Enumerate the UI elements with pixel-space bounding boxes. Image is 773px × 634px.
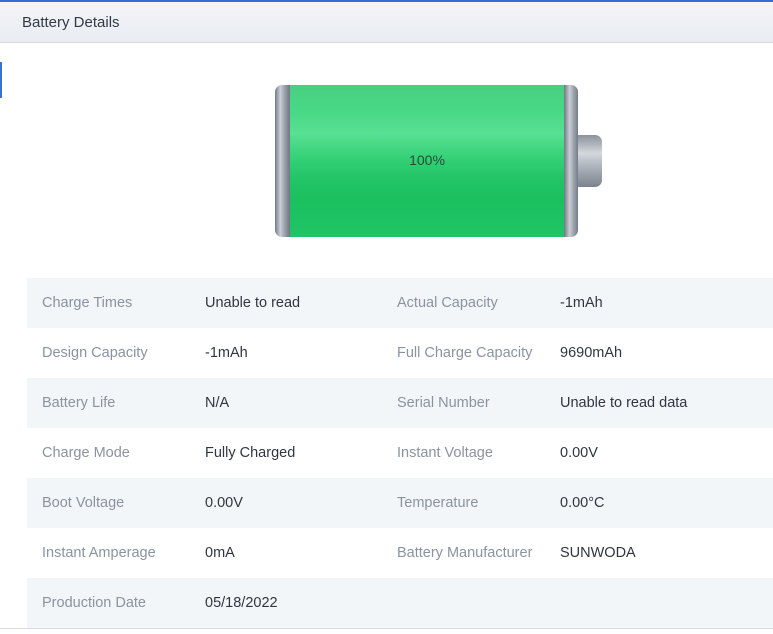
- detail-value: 9690mAh: [560, 345, 623, 361]
- table-row: Design Capacity -1mAh Full Charge Capaci…: [27, 328, 773, 378]
- detail-value: Unable to read data: [560, 395, 688, 411]
- detail-value: 0mA: [205, 545, 235, 561]
- detail-label: Serial Number: [397, 395, 490, 411]
- table-row: Charge Mode Fully Charged Instant Voltag…: [27, 428, 773, 478]
- detail-label: Instant Voltage: [397, 445, 493, 461]
- detail-label: Charge Mode: [42, 445, 130, 461]
- table-row: Boot Voltage 0.00V Temperature 0.00°C: [27, 478, 773, 528]
- table-row: Instant Amperage 0mA Battery Manufacture…: [27, 528, 773, 578]
- detail-value: -1mAh: [205, 345, 248, 361]
- detail-label: Actual Capacity: [397, 295, 498, 311]
- window-left-edge: [0, 62, 2, 98]
- detail-label: Battery Life: [42, 395, 116, 411]
- detail-value: 0.00V: [205, 495, 243, 511]
- battery-left-cap: [275, 85, 290, 237]
- table-row: Charge Times Unable to read Actual Capac…: [27, 278, 773, 328]
- detail-value: 05/18/2022: [205, 595, 278, 611]
- detail-label: Charge Times: [42, 295, 133, 311]
- detail-label: Full Charge Capacity: [397, 345, 533, 361]
- battery-percent-label: 100%: [409, 152, 445, 168]
- detail-value: -1mAh: [560, 295, 603, 311]
- detail-label: Battery Manufacturer: [397, 545, 533, 561]
- battery-charge-fill: 100%: [290, 85, 564, 237]
- battery-details-table: Charge Times Unable to read Actual Capac…: [27, 278, 773, 628]
- panel-header: Battery Details: [0, 2, 773, 43]
- detail-value: Fully Charged: [205, 445, 296, 461]
- panel-title: Battery Details: [22, 14, 120, 31]
- detail-label: Instant Amperage: [42, 545, 156, 561]
- battery-right-cap: [564, 85, 578, 237]
- detail-label: Design Capacity: [42, 345, 148, 361]
- detail-value: SUNWODA: [560, 545, 636, 561]
- detail-label: Boot Voltage: [42, 495, 125, 511]
- table-row: Battery Life N/A Serial Number Unable to…: [27, 378, 773, 428]
- detail-label: Temperature: [397, 495, 479, 511]
- table-row: Production Date 05/18/2022: [27, 578, 773, 628]
- detail-value: 0.00V: [560, 445, 598, 461]
- detail-label: Production Date: [42, 595, 146, 611]
- battery-icon: 100%: [275, 85, 605, 237]
- detail-value: N/A: [205, 395, 230, 411]
- detail-value: Unable to read: [205, 295, 301, 311]
- bottom-divider: [0, 628, 773, 629]
- battery-terminal: [578, 135, 602, 187]
- detail-value: 0.00°C: [560, 495, 605, 511]
